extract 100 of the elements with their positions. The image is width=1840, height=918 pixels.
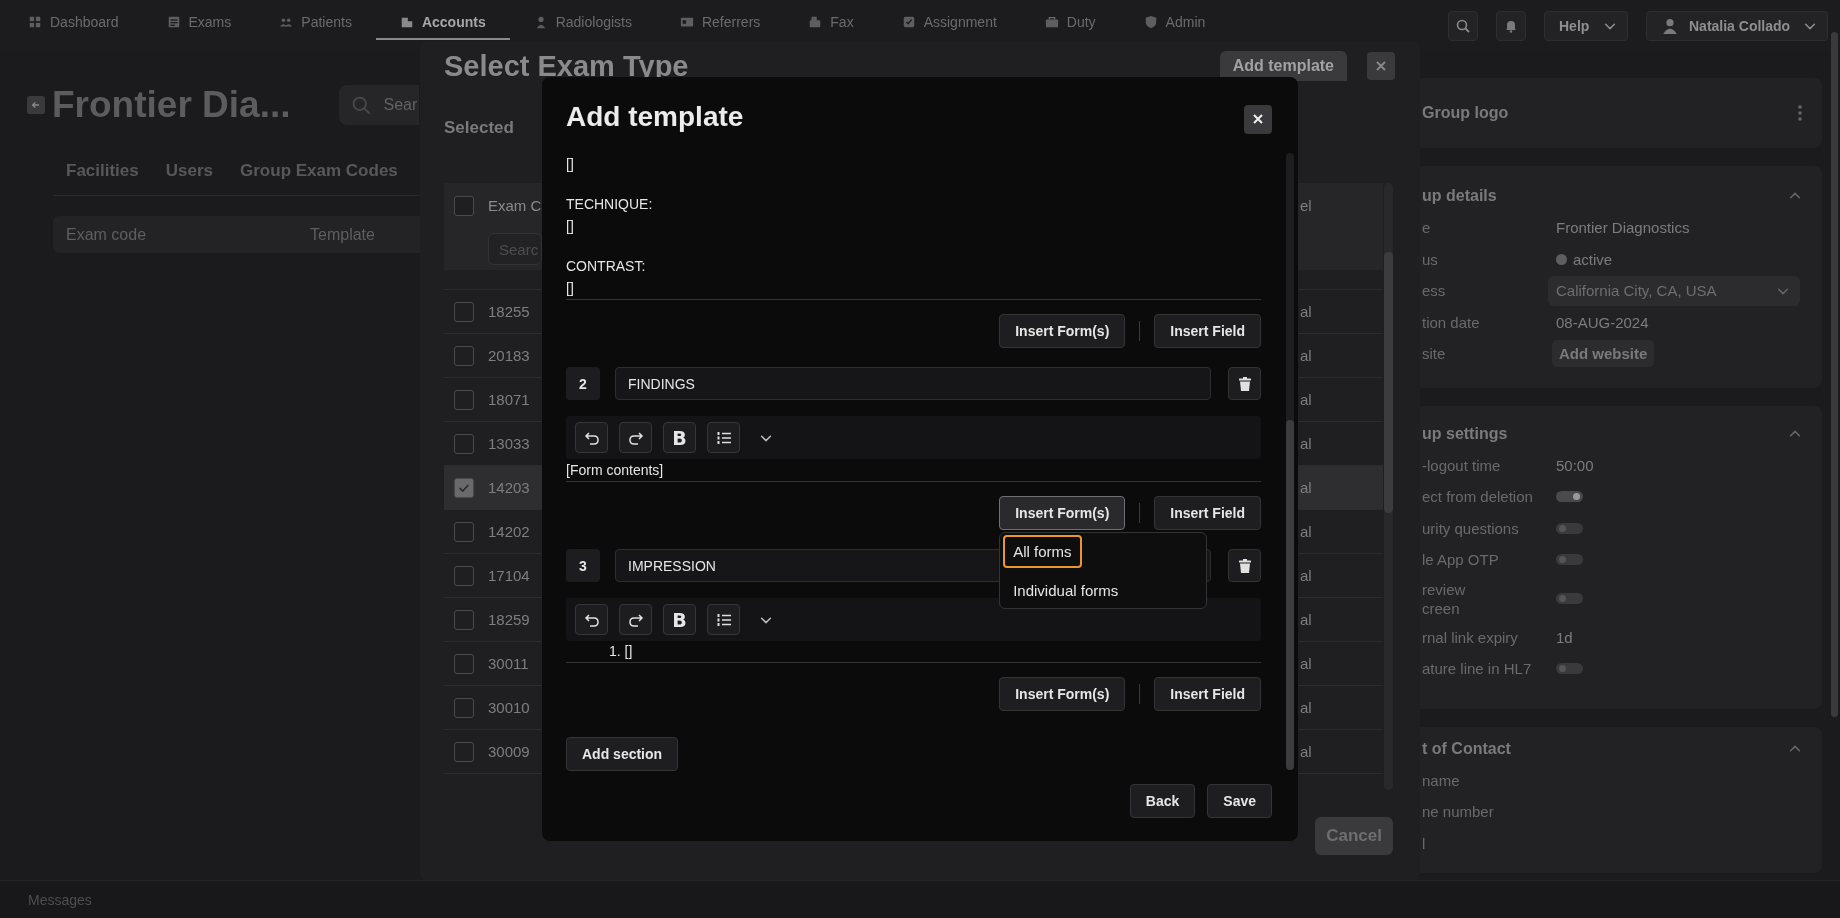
field-label: e [1422, 218, 1432, 238]
table-cell: al [1300, 347, 1312, 364]
checkbox[interactable] [454, 477, 474, 498]
field-label: ne number [1422, 802, 1495, 822]
checkbox[interactable] [454, 301, 474, 322]
delete-button[interactable] [1228, 549, 1261, 582]
exam-code: 20183 [488, 347, 530, 364]
menu-item[interactable]: All forms [1003, 535, 1082, 568]
exam-code: 18255 [488, 303, 530, 320]
nav-tab[interactable]: Referrers [655, 0, 785, 40]
card-title: Group logo [1422, 104, 1509, 122]
address-select[interactable]: California City, CA, USA [1548, 275, 1800, 306]
notifications-button[interactable] [1496, 11, 1526, 41]
list-item: 1. [] [608, 642, 634, 661]
trash-icon [1236, 375, 1253, 392]
field-label: us [1422, 249, 1439, 269]
checkbox[interactable] [454, 433, 474, 454]
insert-field-button[interactable]: Insert Field [1154, 496, 1261, 530]
checkbox[interactable] [454, 345, 474, 366]
numbered-list-icon [715, 611, 732, 628]
field-label: ess [1422, 281, 1447, 301]
column-header: Template [310, 225, 375, 244]
field-label: -logout time [1422, 455, 1502, 475]
field-label: ect from deletion [1422, 487, 1534, 507]
user-menu[interactable]: Natalia Collado [1646, 11, 1828, 41]
checkbox[interactable] [454, 697, 474, 718]
close-button[interactable] [1244, 104, 1272, 134]
table-cell: al [1300, 479, 1312, 496]
footer-button[interactable]: Save [1207, 784, 1272, 818]
checkbox[interactable] [454, 609, 474, 630]
checkbox[interactable] [454, 565, 474, 586]
text-line: [Form contents] [566, 461, 665, 480]
help-dropdown[interactable]: Help [1544, 11, 1628, 41]
table-cell: al [1300, 655, 1312, 672]
back-button[interactable] [27, 96, 45, 114]
exam-code: 17104 [488, 567, 530, 584]
nav-tab[interactable]: Accounts [375, 0, 510, 40]
tab[interactable]: Facilities [66, 161, 139, 181]
field-label: urity questions [1422, 518, 1520, 538]
redo-button[interactable] [619, 422, 652, 453]
toggle-switch[interactable] [1556, 491, 1583, 503]
checkbox[interactable] [454, 741, 474, 762]
insert-field-button[interactable]: Insert Field [1154, 677, 1261, 711]
checkbox[interactable] [454, 521, 474, 542]
redo-button[interactable] [619, 604, 652, 635]
undo-button[interactable] [575, 422, 608, 453]
insert-forms-button[interactable]: Insert Form(s) [999, 314, 1126, 348]
bold-button[interactable]: B [663, 422, 696, 453]
exam-code: 30011 [488, 655, 529, 672]
exam-code: 14203 [488, 479, 530, 496]
toggle-switch[interactable] [1556, 593, 1583, 604]
undo-button[interactable] [575, 604, 608, 635]
shield-icon [1143, 15, 1158, 29]
table-cell: al [1300, 611, 1312, 628]
search-field[interactable]: Sear [339, 85, 420, 125]
column-header: Exam C [488, 197, 542, 214]
checkbox[interactable] [454, 653, 474, 674]
nav-tab[interactable]: Exams [142, 0, 256, 40]
numbered-list-button[interactable] [707, 604, 740, 635]
nav-tab[interactable]: Assignment [877, 0, 1021, 40]
nav-tab[interactable]: Patients [255, 0, 376, 40]
nav-tab[interactable]: Dashboard [4, 0, 143, 40]
close-icon [1374, 59, 1388, 73]
insert-forms-button[interactable]: Insert Form(s) [999, 677, 1126, 711]
field-value: Frontier Diagnostics [1556, 219, 1690, 237]
field-label: l [1422, 833, 1427, 853]
scrollbar[interactable] [1831, 32, 1838, 717]
insert-field-button[interactable]: Insert Field [1154, 314, 1261, 348]
delete-button[interactable] [1228, 367, 1261, 400]
footer-button[interactable]: Back [1129, 784, 1196, 818]
section-number: 2 [566, 367, 600, 400]
scrollbar[interactable] [1286, 153, 1294, 770]
field-value: 08-AUG-2024 [1556, 313, 1649, 331]
field-value: 1d [1556, 628, 1573, 646]
insert-forms-button[interactable]: Insert Form(s) [999, 496, 1126, 530]
section-title-field[interactable]: FINDINGS [615, 367, 1211, 400]
tab[interactable]: Users [165, 161, 214, 181]
add-template-button[interactable]: Add template [1219, 51, 1347, 81]
nav-tab[interactable]: Radiologists [509, 0, 656, 40]
search-button[interactable] [1448, 11, 1478, 41]
nav-tab[interactable]: Duty [1020, 0, 1120, 40]
toggle-switch[interactable] [1556, 554, 1583, 566]
table-cell: al [1300, 743, 1312, 760]
checkbox[interactable] [454, 195, 474, 216]
bold-button[interactable]: B [663, 604, 696, 635]
nav-tab[interactable]: Fax [784, 0, 878, 40]
column-header: Exam code [66, 225, 148, 244]
table-cell: al [1300, 303, 1312, 320]
nav-tab[interactable]: Admin [1119, 0, 1230, 40]
field-label: name [1422, 770, 1461, 790]
toggle-switch[interactable] [1556, 663, 1583, 675]
add-section-button[interactable]: Add section [566, 737, 679, 771]
tab[interactable]: Group Exam Codes [240, 161, 398, 181]
checkbox[interactable] [454, 389, 474, 410]
toggle-switch[interactable] [1556, 522, 1583, 534]
scrollbar[interactable] [1384, 183, 1393, 790]
exam-code: 14202 [488, 523, 530, 540]
add-website-button[interactable]: Add website [1552, 340, 1655, 368]
table-cell: al [1300, 391, 1312, 408]
numbered-list-button[interactable] [707, 422, 740, 453]
